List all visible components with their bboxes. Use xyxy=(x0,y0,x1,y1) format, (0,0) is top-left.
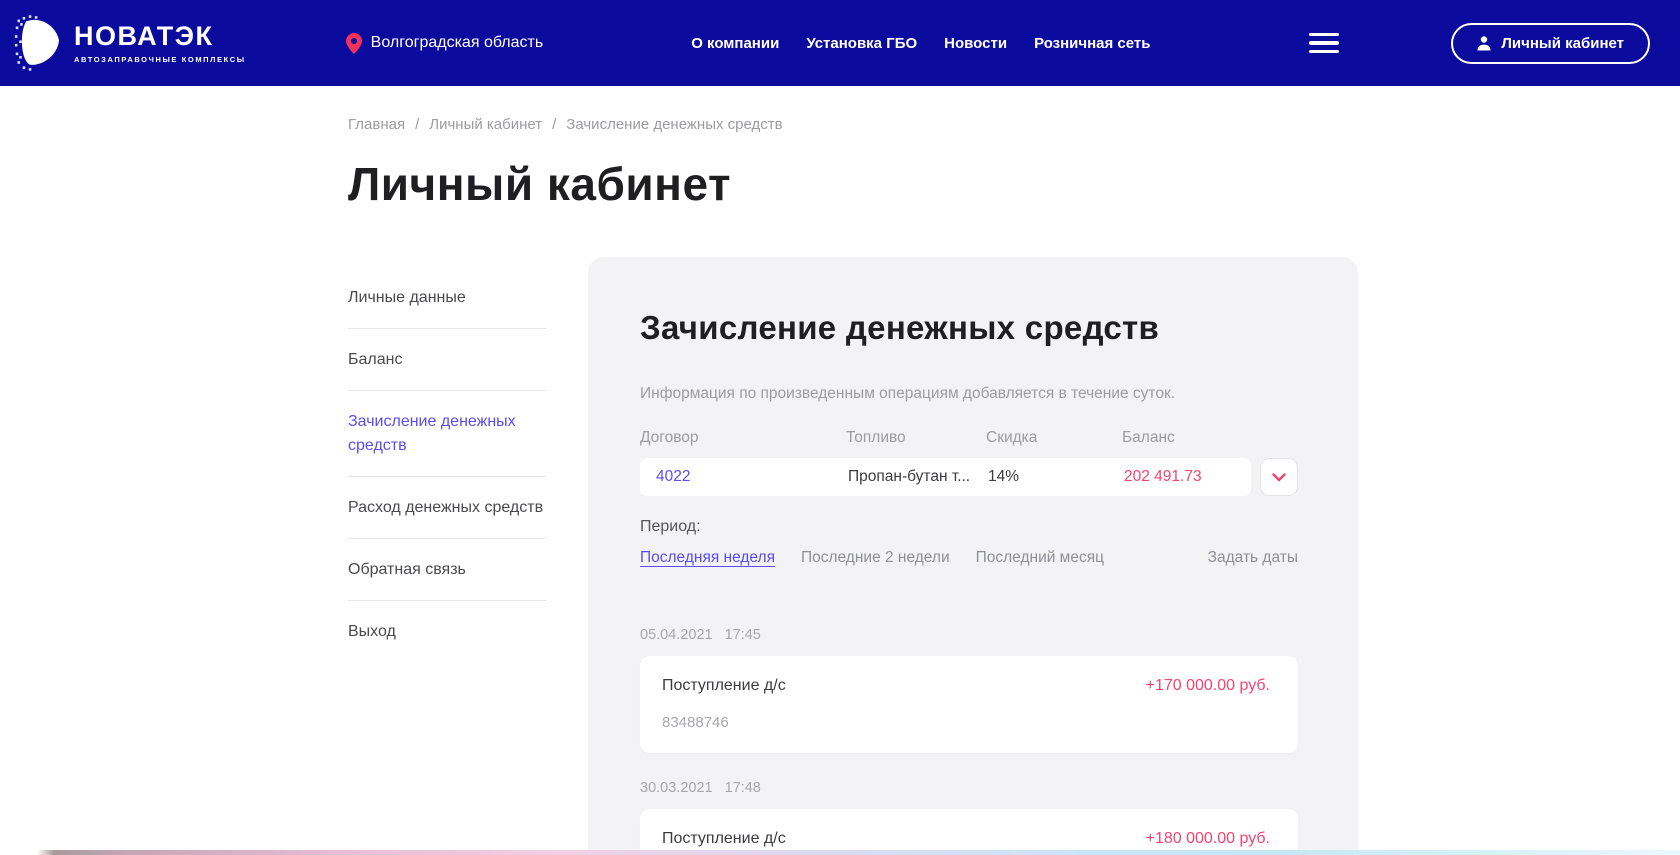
sidebar-item-personal-data[interactable]: Личные данные xyxy=(348,267,546,329)
transaction-date-value: 05.04.2021 xyxy=(640,627,713,643)
nav-link-news[interactable]: Новости xyxy=(944,35,1007,52)
logo-title: НОВАТЭК xyxy=(74,23,246,50)
contract-discount: 14% xyxy=(988,468,1124,486)
col-header-contract: Договор xyxy=(640,429,846,447)
contract-expand-button[interactable] xyxy=(1260,458,1298,496)
chevron-down-icon xyxy=(1272,473,1286,482)
period-last-month[interactable]: Последний месяц xyxy=(976,549,1104,567)
nav-link-retail[interactable]: Розничная сеть xyxy=(1034,35,1150,52)
period-label: Период: xyxy=(640,518,1298,536)
panel-title: Зачисление денежных средств xyxy=(640,309,1298,347)
main-nav: О компании Установка ГБО Новости Розничн… xyxy=(691,35,1150,52)
sidebar-item-expenses[interactable]: Расход денежных средств xyxy=(348,477,546,539)
sidebar-item-feedback[interactable]: Обратная связь xyxy=(348,539,546,601)
col-header-balance: Баланс xyxy=(1122,429,1298,447)
account-button-label: Личный кабинет xyxy=(1501,35,1624,52)
bottom-gradient-strip xyxy=(0,850,1680,855)
col-header-discount: Скидка xyxy=(986,429,1122,447)
sidebar-item-deposits[interactable]: Зачисление денежных средств xyxy=(348,391,546,476)
period-set-dates[interactable]: Задать даты xyxy=(1208,549,1298,567)
logo[interactable]: НОВАТЭК АВТОЗАПРАВОЧНЫЕ КОМПЛЕКСЫ xyxy=(14,14,246,72)
transaction-title: Поступление д/с xyxy=(662,830,786,848)
transaction-time-value: 17:48 xyxy=(725,780,761,796)
contract-row-strip: 4022 Пропан-бутан т... 14% 202 491.73 xyxy=(640,458,1298,496)
breadcrumb-home[interactable]: Главная xyxy=(348,116,405,133)
user-icon xyxy=(1477,36,1491,51)
breadcrumb: Главная / Личный кабинет / Зачисление де… xyxy=(348,116,1680,133)
nav-link-gbo[interactable]: Установка ГБО xyxy=(806,35,917,52)
contract-balance: 202 491.73 xyxy=(1124,468,1235,486)
panel-note: Информация по произведенным операциям до… xyxy=(640,385,1298,403)
header: НОВАТЭК АВТОЗАПРАВОЧНЫЕ КОМПЛЕКСЫ Волгог… xyxy=(0,0,1680,86)
region-label: Волгоградская область xyxy=(371,34,544,52)
sidebar: Личные данные Баланс Зачисление денежных… xyxy=(348,257,546,662)
col-header-fuel: Топливо xyxy=(846,429,986,447)
region-selector[interactable]: Волгоградская область xyxy=(346,33,544,54)
contract-number[interactable]: 4022 xyxy=(656,468,848,486)
sidebar-item-balance[interactable]: Баланс xyxy=(348,329,546,391)
nav-link-about[interactable]: О компании xyxy=(691,35,779,52)
transaction-date-value: 30.03.2021 xyxy=(640,780,713,796)
breadcrumb-separator: / xyxy=(552,116,556,133)
hamburger-menu-icon[interactable] xyxy=(1309,33,1339,54)
page-title: Личный кабинет xyxy=(348,157,1680,211)
deposits-panel: Зачисление денежных средств Информация п… xyxy=(588,257,1358,855)
content: Личные данные Баланс Зачисление денежных… xyxy=(348,257,1680,855)
period-last-week[interactable]: Последняя неделя xyxy=(640,549,775,567)
contract-table-header: Договор Топливо Скидка Баланс xyxy=(640,429,1298,447)
page: НОВАТЭК АВТОЗАПРАВОЧНЫЕ КОМПЛЕКСЫ Волгог… xyxy=(0,0,1680,855)
breadcrumb-separator: / xyxy=(415,116,419,133)
period-last-2-weeks[interactable]: Последние 2 недели xyxy=(801,549,950,567)
transaction-card[interactable]: Поступление д/с +180 000.00 руб. 8346698… xyxy=(640,809,1298,855)
transaction-time-value: 17:45 xyxy=(725,627,761,643)
transaction-amount: +170 000.00 руб. xyxy=(1146,677,1270,695)
sidebar-item-logout[interactable]: Выход xyxy=(348,601,546,662)
contract-fuel: Пропан-бутан т... xyxy=(848,468,988,486)
transaction-amount: +180 000.00 руб. xyxy=(1146,830,1270,848)
breadcrumb-current: Зачисление денежных средств xyxy=(566,116,782,133)
transaction-date: 05.04.2021 17:45 xyxy=(640,627,1298,643)
transaction-date: 30.03.2021 17:48 xyxy=(640,780,1298,796)
logo-mark-icon xyxy=(14,14,66,72)
breadcrumb-account[interactable]: Личный кабинет xyxy=(429,116,542,133)
transaction-id: 83488746 xyxy=(662,714,1270,731)
transaction-title: Поступление д/с xyxy=(662,677,786,695)
logo-subtitle: АВТОЗАПРАВОЧНЫЕ КОМПЛЕКСЫ xyxy=(74,55,246,64)
location-pin-icon xyxy=(346,33,362,54)
contract-row[interactable]: 4022 Пропан-бутан т... 14% 202 491.73 xyxy=(640,458,1251,496)
period-filters: Последняя неделя Последние 2 недели Посл… xyxy=(640,549,1298,567)
account-button[interactable]: Личный кабинет xyxy=(1451,23,1650,64)
transaction-card[interactable]: Поступление д/с +170 000.00 руб. 8348874… xyxy=(640,656,1298,753)
